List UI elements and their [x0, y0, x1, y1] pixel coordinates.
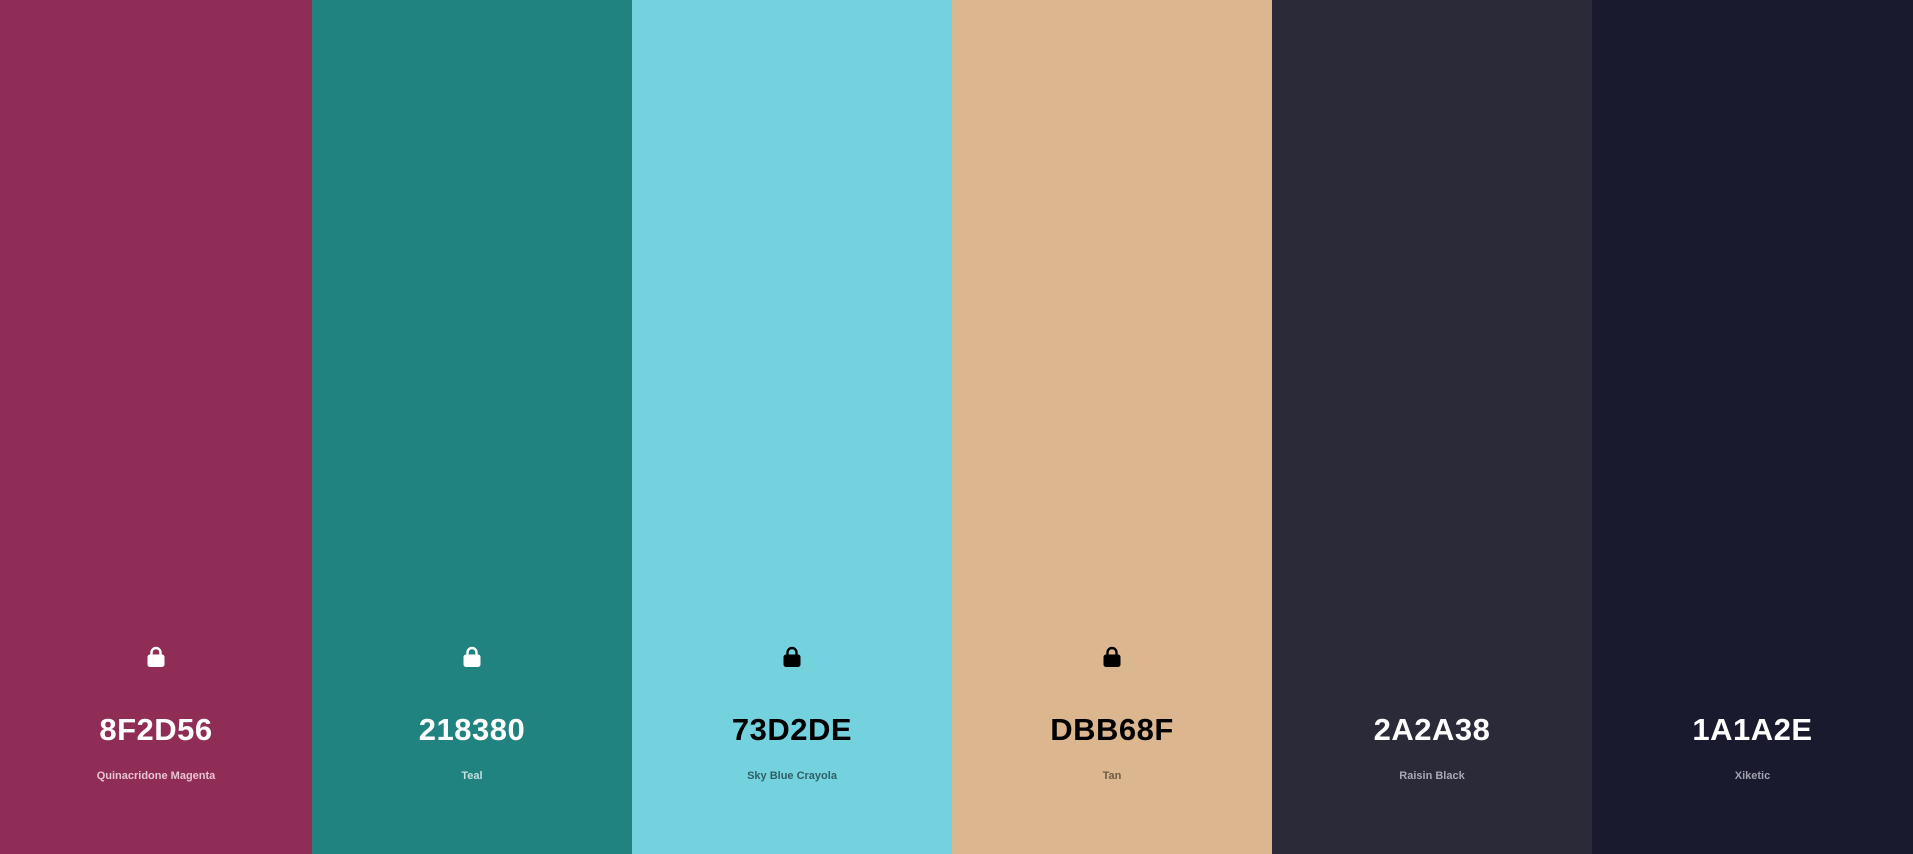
color-name[interactable]: Xiketic	[1592, 770, 1913, 782]
swatch-raisin-black[interactable]: 2A2A38 Raisin Black	[1272, 0, 1592, 854]
color-name[interactable]: Raisin Black	[1272, 770, 1592, 782]
lock-icon[interactable]	[462, 646, 482, 668]
swatch-sky-blue-crayola[interactable]: 73D2DE Sky Blue Crayola	[632, 0, 952, 854]
lock-icon[interactable]	[1102, 646, 1122, 668]
lock-icon[interactable]	[782, 646, 802, 668]
color-name[interactable]: Sky Blue Crayola	[632, 770, 952, 782]
hex-code[interactable]: 1A1A2E	[1592, 712, 1913, 748]
swatch-tan[interactable]: DBB68F Tan	[952, 0, 1272, 854]
hex-code[interactable]: 218380	[312, 712, 632, 748]
hex-code[interactable]: DBB68F	[952, 712, 1272, 748]
color-name[interactable]: Teal	[312, 770, 632, 782]
swatch-xiketic[interactable]: 1A1A2E Xiketic	[1592, 0, 1913, 854]
hex-code[interactable]: 73D2DE	[632, 712, 952, 748]
color-name[interactable]: Quinacridone Magenta	[0, 770, 312, 782]
swatch-quinacridone-magenta[interactable]: 8F2D56 Quinacridone Magenta	[0, 0, 312, 854]
lock-icon[interactable]	[146, 646, 166, 668]
hex-code[interactable]: 8F2D56	[0, 712, 312, 748]
swatch-teal[interactable]: 218380 Teal	[312, 0, 632, 854]
color-palette: 8F2D56 Quinacridone Magenta 218380 Teal …	[0, 0, 1913, 854]
color-name[interactable]: Tan	[952, 770, 1272, 782]
hex-code[interactable]: 2A2A38	[1272, 712, 1592, 748]
